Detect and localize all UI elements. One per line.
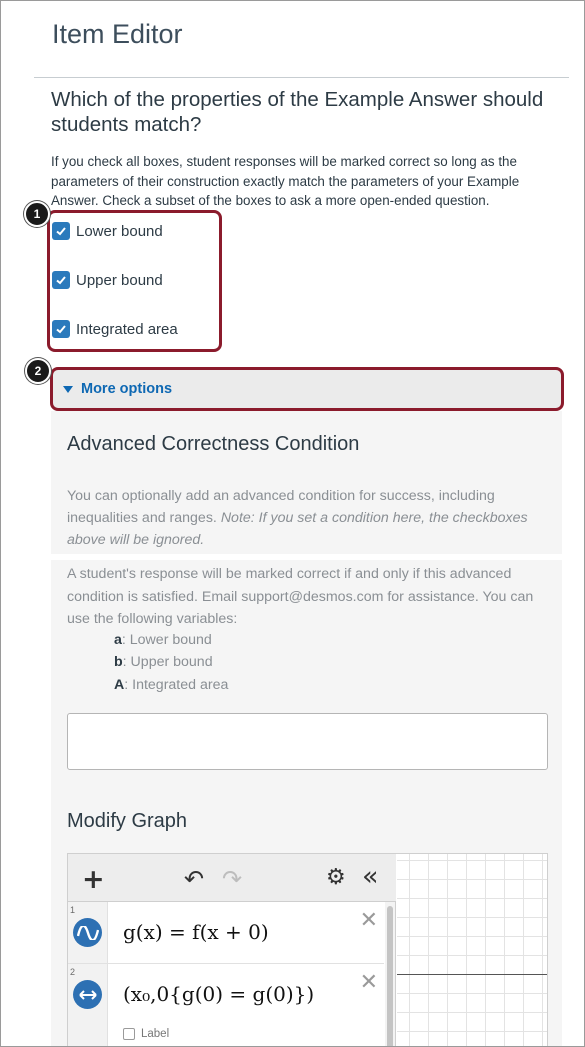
modify-graph-title: Modify Graph: [67, 810, 188, 832]
label-text: Label: [141, 1028, 170, 1040]
item-editor-window: Item Editor Which of the properties of t…: [0, 0, 585, 1047]
title-divider: [34, 77, 569, 78]
label-checkbox[interactable]: [123, 1028, 135, 1040]
gear-icon[interactable]: ⚙: [326, 867, 346, 889]
expression-row[interactable]: 1 g(x) = f(x + 0) ✕: [68, 902, 384, 964]
variable-A: A: Integrated area: [114, 677, 229, 693]
step-badge: 2: [25, 358, 51, 384]
expression-math[interactable]: (x₀,0{g(0) = g(0)}): [123, 982, 314, 1006]
variable-a: a: Lower bound: [114, 632, 212, 648]
redo-icon[interactable]: ↷: [222, 867, 242, 891]
expression-gutter: 1: [68, 902, 108, 963]
question-heading: Which of the properties of the Example A…: [51, 88, 544, 136]
instructions-text: If you check all boxes, student response…: [51, 154, 520, 208]
advanced-condition-title: Advanced Correctness Condition: [67, 433, 360, 455]
expression-number: 2: [70, 967, 76, 977]
advanced-condition-help: A student's response will be marked corr…: [67, 566, 534, 627]
undo-icon[interactable]: ↶: [184, 867, 204, 891]
add-expression-icon[interactable]: +: [82, 866, 105, 893]
expression-scrollbar[interactable]: [385, 902, 395, 1046]
step-badge: 1: [24, 201, 50, 227]
wave-icon[interactable]: [73, 918, 102, 947]
advanced-condition-description: You can optionally add an advanced condi…: [67, 488, 528, 548]
callout-checkbox-group: [47, 210, 222, 352]
expression-row[interactable]: 2 (x₀,0{g(0) = g(0)}) ✕ Label: [68, 964, 384, 1046]
expression-math[interactable]: g(x) = f(x + 0): [123, 920, 269, 944]
variable-b: b: Upper bound: [114, 654, 213, 670]
horizontal-arrows-icon[interactable]: [73, 980, 102, 1009]
expression-gutter: 2: [68, 964, 108, 1046]
delete-expression-icon[interactable]: ✕: [360, 908, 378, 933]
graph-x-axis: [397, 974, 547, 975]
advanced-condition-input[interactable]: [67, 713, 548, 770]
graph-calculator: + ↶ ↷ ⚙ « 1 g(x) = f(x + 0) ✕ 2 (x₀,0{g(…: [67, 853, 548, 1046]
collapse-list-icon[interactable]: «: [362, 863, 379, 890]
delete-expression-icon[interactable]: ✕: [360, 970, 378, 995]
callout-more-options: [50, 367, 564, 411]
description-separator: [51, 554, 562, 560]
label-toggle[interactable]: Label: [123, 1028, 169, 1040]
calculator-toolbar: + ↶ ↷ ⚙ «: [68, 854, 396, 902]
expression-number: 1: [70, 905, 76, 915]
page-title: Item Editor: [52, 19, 183, 49]
graph-paper[interactable]: [397, 854, 547, 1046]
scrollbar-thumb[interactable]: [387, 906, 393, 1046]
expression-list: + ↶ ↷ ⚙ « 1 g(x) = f(x + 0) ✕ 2 (x₀,0{g(…: [68, 854, 396, 1046]
